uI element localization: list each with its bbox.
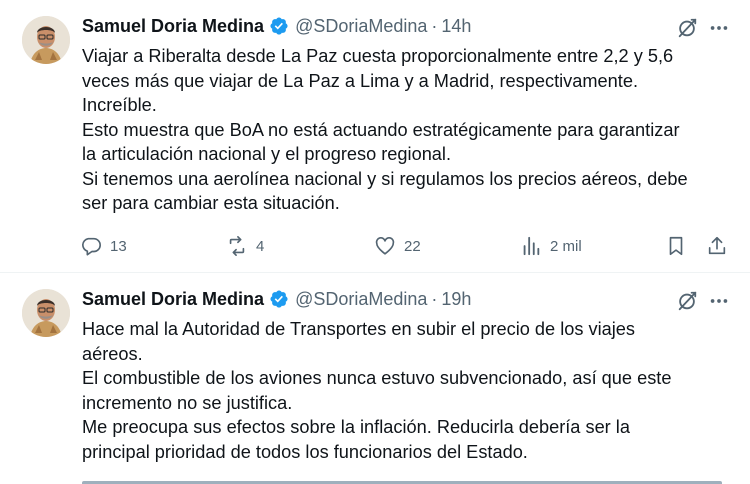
- more-icon[interactable]: [708, 290, 730, 312]
- avatar[interactable]: [22, 16, 70, 64]
- separator-dot: ·: [431, 288, 438, 309]
- author-name[interactable]: Samuel Doria Medina: [82, 289, 264, 310]
- tweet-text-line: aéreos.: [82, 343, 143, 364]
- tweet-text-line: Me preocupa sus efectos sobre la inflaci…: [82, 417, 630, 437]
- timestamp[interactable]: 14h: [441, 16, 471, 37]
- tweet-text-line: la articulación nacional y el progreso r…: [82, 144, 452, 164]
- author-handle[interactable]: @SDoriaMedina: [295, 289, 427, 310]
- verified-badge-icon: [270, 17, 288, 35]
- repost-count: 4: [256, 237, 265, 255]
- separator-dot: ·: [431, 15, 438, 36]
- tweet-header: Samuel Doria Medina @SDoriaMedina · 14h: [82, 14, 738, 38]
- tweet-text-line: Esto muestra que BoA no está actuando es…: [82, 119, 680, 140]
- tweet-text-line: El combustible de los aviones nunca estu…: [82, 368, 672, 388]
- author-handle[interactable]: @SDoriaMedina: [295, 16, 427, 37]
- views-count: 2 mil: [550, 237, 582, 255]
- author-name[interactable]: Samuel Doria Medina: [82, 16, 264, 37]
- tweet[interactable]: Samuel Doria Medina @SDoriaMedina · 14h …: [0, 0, 750, 273]
- bookmark-icon: [669, 236, 683, 256]
- tweet[interactable]: Samuel Doria Medina @SDoriaMedina · 19h …: [0, 273, 750, 484]
- action-bar: 13 4 22 2 mil: [80, 233, 730, 259]
- tweet-text: Hace mal la Autoridad de Transportes en …: [82, 317, 722, 464]
- tweet-text: Viajar a Riberalta desde La Paz cuesta p…: [82, 44, 722, 216]
- like-button[interactable]: 22: [374, 233, 421, 259]
- tweet-text-line: Si tenemos una aerolínea nacional y si r…: [82, 168, 688, 189]
- timestamp[interactable]: 19h: [441, 289, 471, 310]
- share-icon: [708, 236, 726, 255]
- repost-icon: [229, 236, 245, 256]
- tweet-text-line: Viajar a Riberalta desde La Paz cuesta p…: [82, 46, 674, 66]
- tweet-text-line: incremento no se justifica.: [82, 392, 293, 413]
- bookmark-button[interactable]: [665, 233, 687, 259]
- tweet-header: Samuel Doria Medina @SDoriaMedina · 19h: [82, 287, 738, 311]
- views-icon: [523, 236, 540, 256]
- grok-icon[interactable]: [676, 17, 698, 39]
- views-button[interactable]: 2 mil: [520, 233, 582, 259]
- tweet-text-line: Increíble.: [82, 95, 157, 115]
- reply-button[interactable]: 13: [80, 233, 127, 259]
- share-button[interactable]: [706, 233, 728, 259]
- grok-icon[interactable]: [676, 290, 698, 312]
- verified-badge-icon: [270, 290, 288, 308]
- like-icon: [375, 237, 395, 255]
- tweet-text-line: veces más que viajar de La Paz a Lima y …: [82, 70, 638, 91]
- like-count: 22: [404, 237, 421, 255]
- tweet-text-line: Hace mal la Autoridad de Transportes en …: [82, 319, 635, 339]
- repost-button[interactable]: 4: [226, 233, 264, 259]
- reply-icon: [82, 237, 101, 256]
- more-icon[interactable]: [708, 17, 730, 39]
- reply-count: 13: [110, 237, 127, 255]
- avatar[interactable]: [22, 289, 70, 337]
- tweet-text-line: principal prioridad de todos los funcion…: [82, 441, 528, 462]
- tweet-text-line: ser para cambiar esta situación.: [82, 193, 340, 213]
